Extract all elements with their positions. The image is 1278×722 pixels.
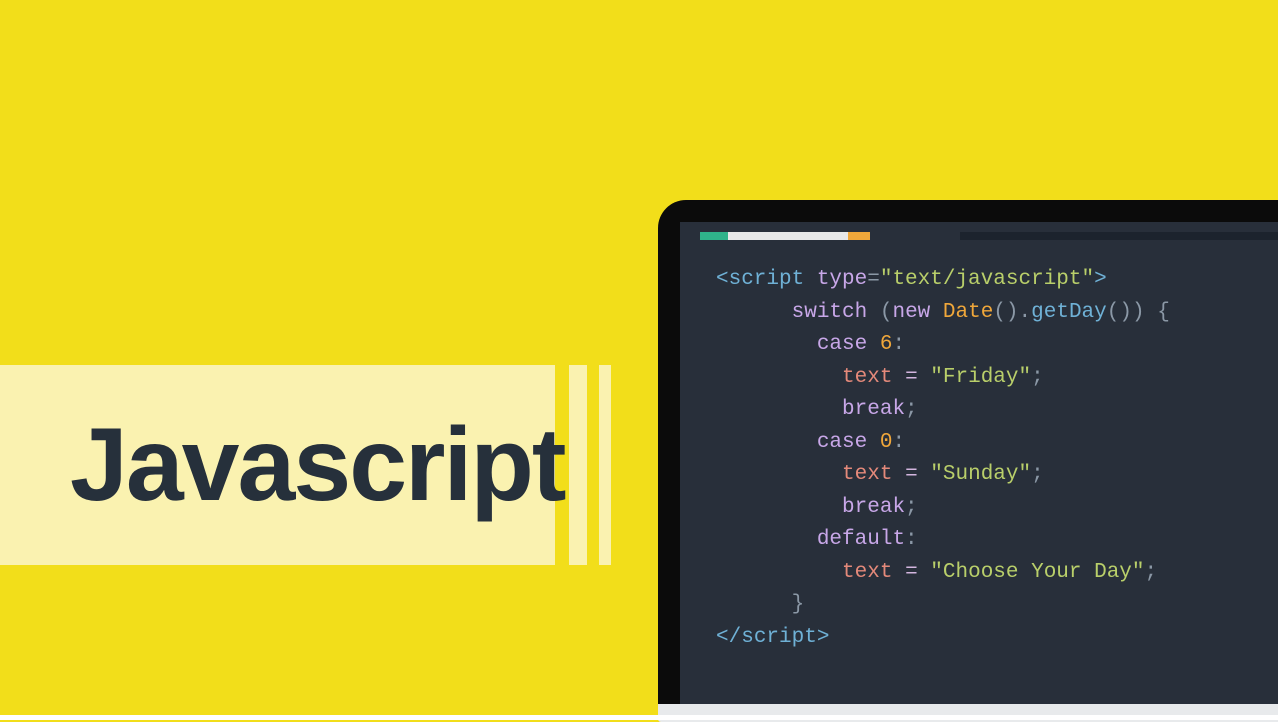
code-token: : [905, 528, 918, 551]
page-title: Javascript [70, 406, 565, 525]
code-block: <script type="text/javascript"> switch (… [680, 242, 1278, 665]
editor-tabbar [680, 222, 1278, 242]
code-token: } [792, 593, 805, 616]
laptop-bezel: <script type="text/javascript"> switch (… [658, 200, 1278, 704]
code-token: "Sunday" [930, 463, 1031, 486]
code-token: new [892, 301, 930, 324]
code-token: text [842, 366, 892, 389]
code-token: Date [943, 301, 993, 324]
floor-line [0, 715, 1278, 720]
code-token: </ [716, 626, 741, 649]
code-token: ( [867, 301, 892, 324]
code-token: : [892, 333, 905, 356]
tab-background [960, 232, 1278, 240]
code-token: default [817, 528, 905, 551]
code-token: = [905, 366, 918, 389]
code-token: = [905, 561, 918, 584]
code-token: ) { [1132, 301, 1170, 324]
laptop: <script type="text/javascript"> switch (… [658, 200, 1278, 722]
title-block: Javascript [0, 365, 555, 565]
tab-gap [870, 232, 960, 240]
title-stripe-1 [569, 365, 587, 565]
code-token: getDay [1031, 301, 1107, 324]
code-token: ; [905, 496, 918, 519]
code-token: > [1094, 268, 1107, 291]
code-token: > [817, 626, 830, 649]
code-token: 6 [880, 333, 893, 356]
code-token: ; [1031, 463, 1044, 486]
code-token: 0 [880, 431, 893, 454]
code-token: : [892, 431, 905, 454]
code-token: = [905, 463, 918, 486]
code-token: text [842, 561, 892, 584]
code-token: <script [716, 268, 804, 291]
code-token: ; [1031, 366, 1044, 389]
code-token: case [817, 431, 867, 454]
code-token: . [1019, 301, 1032, 324]
code-token: () [1107, 301, 1132, 324]
tab-indicator-green [700, 232, 728, 240]
code-token: break [842, 398, 905, 421]
tab-indicator-orange [848, 232, 870, 240]
code-token: = [867, 268, 880, 291]
code-token: "Friday" [930, 366, 1031, 389]
code-editor-screen: <script type="text/javascript"> switch (… [680, 222, 1278, 704]
title-stripe-2 [599, 365, 611, 565]
code-token: "Choose Your Day" [930, 561, 1144, 584]
code-token: switch [792, 301, 868, 324]
code-token: "text/javascript" [880, 268, 1094, 291]
code-token: ; [1145, 561, 1158, 584]
code-token: ; [905, 398, 918, 421]
code-token: case [817, 333, 867, 356]
title-band: Javascript [0, 365, 611, 565]
code-token: () [993, 301, 1018, 324]
code-token: script [741, 626, 817, 649]
code-token: type [804, 268, 867, 291]
code-token: text [842, 463, 892, 486]
code-token: break [842, 496, 905, 519]
tab-active [728, 232, 848, 240]
